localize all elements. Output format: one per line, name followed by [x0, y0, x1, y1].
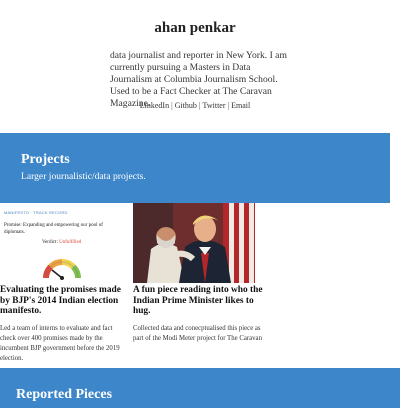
thumbnail-verdict: Verdict: Unfulfilled — [42, 240, 81, 245]
social-links: LinkedIn | Github | Twitter | Email — [0, 101, 390, 110]
project-description: Collected data and conecptualised this p… — [133, 324, 262, 342]
verdict-label: Verdict: — [42, 240, 58, 245]
reported-title: Reported Pieces — [16, 387, 113, 402]
projects-subtitle: Larger journalistic/data projects. — [21, 171, 146, 182]
projects-title: Projects — [21, 152, 70, 167]
project-card-hug[interactable]: A fun piece reading into who the Indian … — [133, 203, 263, 344]
site-title[interactable]: ahan penkar — [0, 20, 390, 37]
email-link[interactable]: Email — [231, 101, 250, 110]
hug-photo-image — [133, 203, 255, 283]
github-link[interactable]: Github — [175, 101, 197, 110]
gauge-icon — [43, 259, 81, 280]
twitter-link[interactable]: Twitter — [203, 101, 226, 110]
project-title[interactable]: Evaluating the promises made by BJP's 20… — [0, 285, 130, 317]
project-description: Led a team of interns to evaluate and fa… — [0, 324, 120, 362]
thumbnail-promise: Promise: Expanding and empowering our po… — [4, 223, 103, 235]
thumbnail-brand: MANIFESTO · TRACK RECORD — [4, 210, 68, 215]
link-separator: | — [227, 101, 230, 110]
projects-section-header: Projects Larger journalistic/data projec… — [0, 133, 390, 203]
project-title[interactable]: A fun piece reading into who the Indian … — [133, 285, 263, 317]
manifesto-thumbnail[interactable]: MANIFESTO · TRACK RECORD Promise: Expand… — [0, 203, 122, 283]
link-separator: | — [171, 101, 173, 110]
project-card-manifesto[interactable]: MANIFESTO · TRACK RECORD Promise: Expand… — [0, 203, 130, 364]
linkedin-link[interactable]: LinkedIn — [140, 101, 169, 110]
hug-photo[interactable] — [133, 203, 255, 283]
link-separator: | — [198, 101, 201, 110]
verdict-value: Unfulfilled — [59, 240, 82, 245]
reported-section-header: Reported Pieces — [0, 368, 400, 408]
